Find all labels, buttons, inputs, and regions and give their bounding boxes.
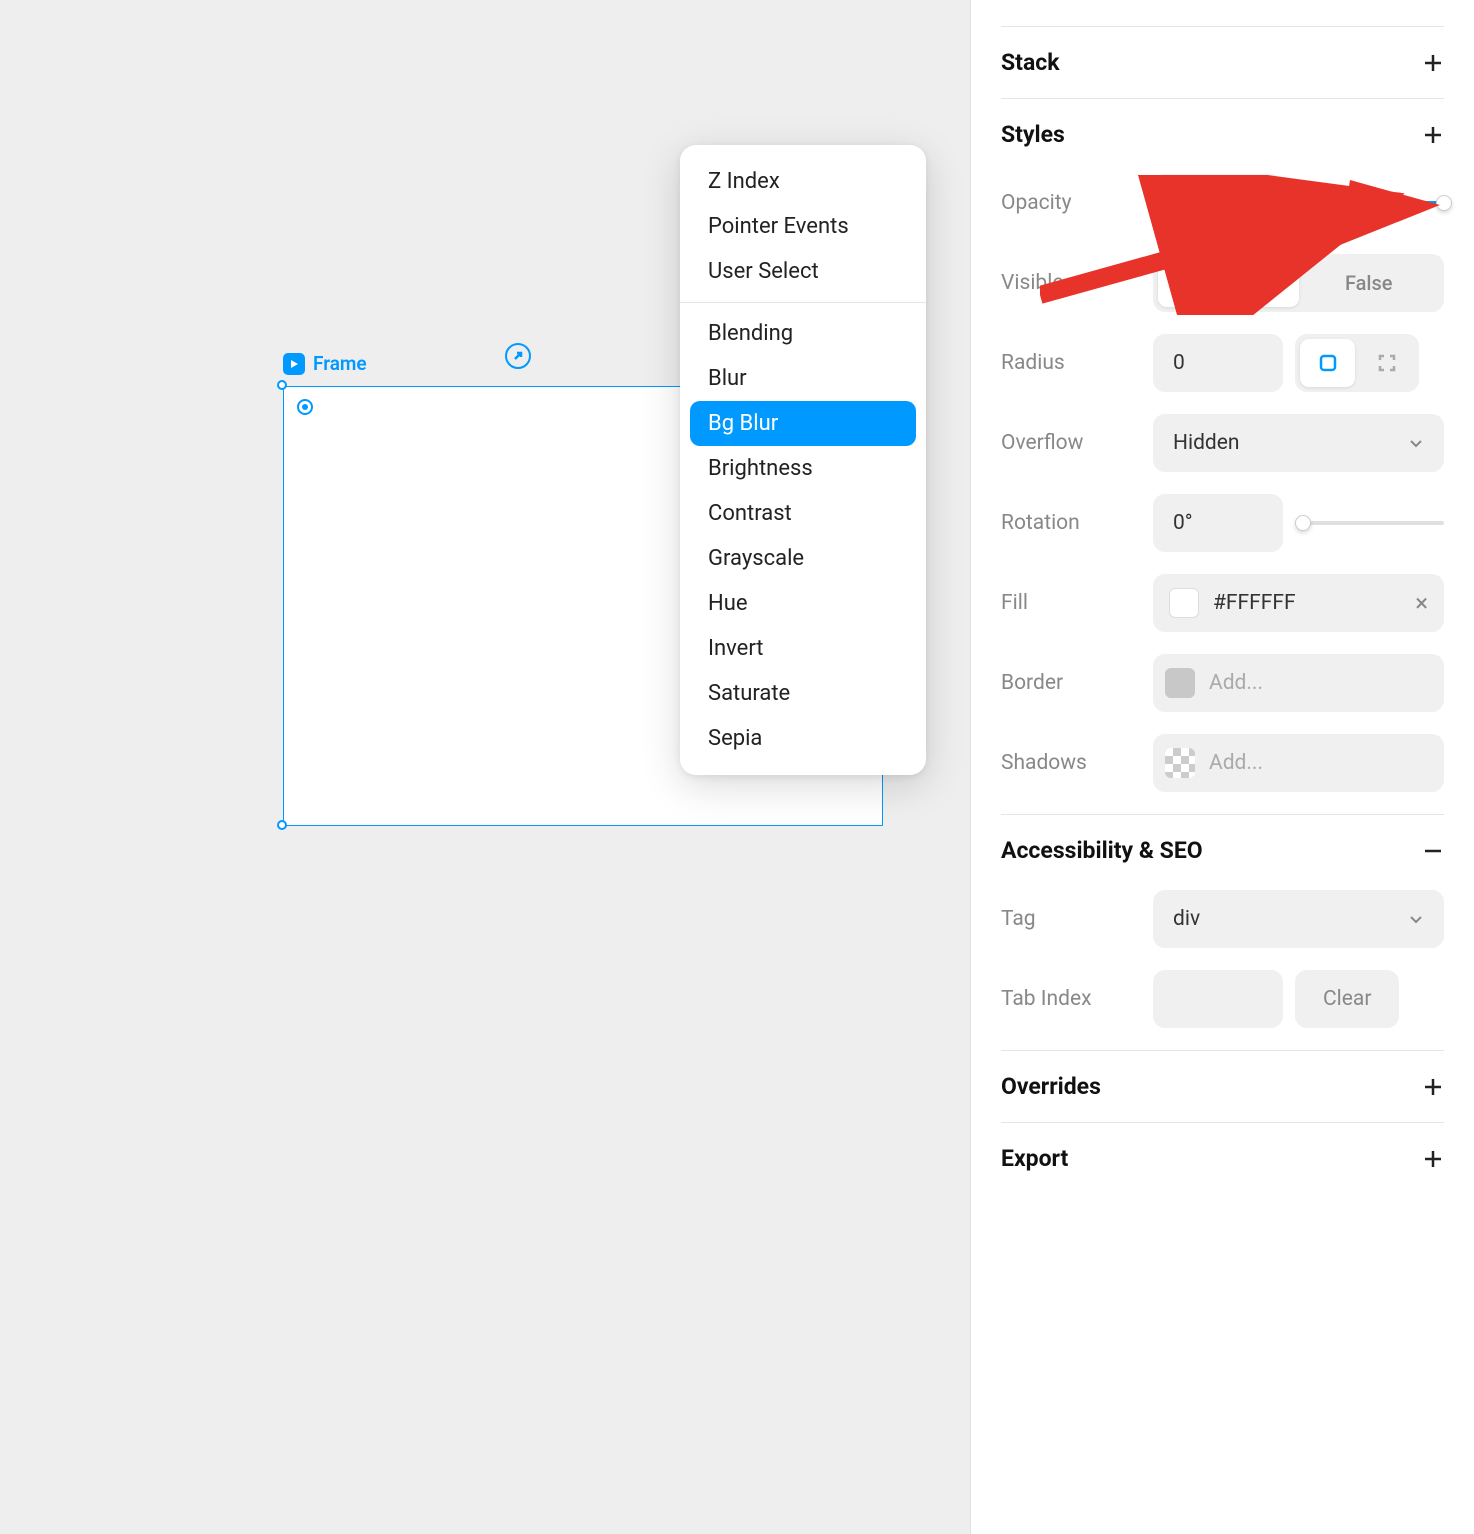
rotation-slider[interactable] — [1295, 513, 1444, 533]
rotation-input[interactable] — [1153, 494, 1283, 552]
shadows-placeholder: Add... — [1209, 751, 1263, 775]
properties-panel: Stack Styles Opacity Visible True False — [970, 0, 1474, 1534]
opacity-label: Opacity — [1001, 191, 1141, 215]
shadows-row: Shadows Add... — [1001, 734, 1444, 792]
border-add-button[interactable]: Add... — [1153, 654, 1444, 712]
stack-section: Stack — [1001, 27, 1444, 99]
menu-item-z-index[interactable]: Z Index — [680, 159, 926, 204]
menu-item-contrast[interactable]: Contrast — [680, 491, 926, 536]
radius-mode-toggle — [1295, 334, 1419, 392]
fill-color[interactable]: #FFFFFF × — [1153, 574, 1444, 632]
corners-icon — [1376, 352, 1398, 374]
menu-item-grayscale[interactable]: Grayscale — [680, 536, 926, 581]
target-icon[interactable] — [297, 399, 313, 415]
visible-toggle: True False — [1153, 254, 1444, 312]
plus-icon[interactable] — [1422, 124, 1444, 146]
tab-index-label: Tab Index — [1001, 987, 1141, 1011]
radius-row: Radius — [1001, 334, 1444, 392]
play-icon — [283, 353, 305, 375]
menu-divider — [680, 302, 926, 303]
plus-icon[interactable] — [1422, 1076, 1444, 1098]
external-link-icon[interactable] — [505, 343, 531, 369]
radius-all-button[interactable] — [1300, 339, 1355, 387]
menu-item-user-select[interactable]: User Select — [680, 249, 926, 294]
frame-label[interactable]: Frame — [283, 352, 367, 375]
border-row: Border Add... — [1001, 654, 1444, 712]
fill-swatch[interactable] — [1169, 588, 1199, 618]
overflow-row: Overflow Hidden — [1001, 414, 1444, 472]
chevron-down-icon — [1408, 435, 1424, 451]
frame-name: Frame — [313, 352, 367, 375]
tab-index-input[interactable] — [1153, 970, 1283, 1028]
fill-row: Fill #FFFFFF × — [1001, 574, 1444, 632]
tab-index-row: Tab Index Clear — [1001, 970, 1444, 1028]
tag-row: Tag div — [1001, 890, 1444, 948]
overrides-section: Overrides — [1001, 1051, 1444, 1123]
rotation-row: Rotation — [1001, 494, 1444, 552]
styles-context-menu: Z Index Pointer Events User Select Blend… — [680, 145, 926, 775]
menu-item-blur[interactable]: Blur — [680, 356, 926, 401]
visible-row: Visible True False — [1001, 254, 1444, 312]
opacity-input[interactable] — [1153, 174, 1283, 232]
border-swatch — [1165, 668, 1195, 698]
shadows-add-button[interactable]: Add... — [1153, 734, 1444, 792]
menu-item-hue[interactable]: Hue — [680, 581, 926, 626]
menu-item-pointer-events[interactable]: Pointer Events — [680, 204, 926, 249]
visible-label: Visible — [1001, 271, 1141, 295]
tag-select[interactable]: div — [1153, 890, 1444, 948]
plus-icon[interactable] — [1422, 52, 1444, 74]
radius-individual-button[interactable] — [1359, 339, 1414, 387]
opacity-slider[interactable] — [1295, 193, 1444, 213]
tag-value: div — [1173, 907, 1200, 931]
overflow-label: Overflow — [1001, 431, 1141, 455]
border-label: Border — [1001, 671, 1141, 695]
styles-title: Styles — [1001, 121, 1065, 148]
menu-item-brightness[interactable]: Brightness — [680, 446, 926, 491]
tag-label: Tag — [1001, 907, 1141, 931]
menu-item-invert[interactable]: Invert — [680, 626, 926, 671]
menu-item-saturate[interactable]: Saturate — [680, 671, 926, 716]
menu-item-blending[interactable]: Blending — [680, 311, 926, 356]
accessibility-title: Accessibility & SEO — [1001, 837, 1203, 864]
resize-handle-bottom-left[interactable] — [277, 820, 287, 830]
accessibility-section: Accessibility & SEO Tag div Tab Index Cl… — [1001, 815, 1444, 1051]
visible-true-button[interactable]: True — [1158, 259, 1299, 307]
fill-label: Fill — [1001, 591, 1141, 615]
menu-item-sepia[interactable]: Sepia — [680, 716, 926, 761]
export-section: Export — [1001, 1123, 1444, 1194]
border-placeholder: Add... — [1209, 671, 1263, 695]
tab-index-clear-button[interactable]: Clear — [1295, 970, 1399, 1028]
plus-icon[interactable] — [1422, 1148, 1444, 1170]
fill-value: #FFFFFF — [1213, 591, 1401, 615]
stack-title: Stack — [1001, 49, 1060, 76]
close-icon[interactable]: × — [1415, 589, 1428, 617]
minus-icon[interactable] — [1422, 840, 1444, 862]
styles-section: Styles Opacity Visible True False Radius — [1001, 99, 1444, 815]
shadows-swatch — [1165, 748, 1195, 778]
export-title: Export — [1001, 1145, 1068, 1172]
menu-item-bg-blur[interactable]: Bg Blur — [690, 401, 916, 446]
radius-input[interactable] — [1153, 334, 1283, 392]
resize-handle-top-left[interactable] — [277, 380, 287, 390]
opacity-row: Opacity — [1001, 174, 1444, 232]
square-icon — [1317, 352, 1339, 374]
overrides-title: Overrides — [1001, 1073, 1101, 1100]
overflow-value: Hidden — [1173, 431, 1240, 455]
chevron-down-icon — [1408, 911, 1424, 927]
visible-false-button[interactable]: False — [1299, 259, 1440, 307]
rotation-label: Rotation — [1001, 511, 1141, 535]
shadows-label: Shadows — [1001, 751, 1141, 775]
overflow-select[interactable]: Hidden — [1153, 414, 1444, 472]
radius-label: Radius — [1001, 351, 1141, 375]
